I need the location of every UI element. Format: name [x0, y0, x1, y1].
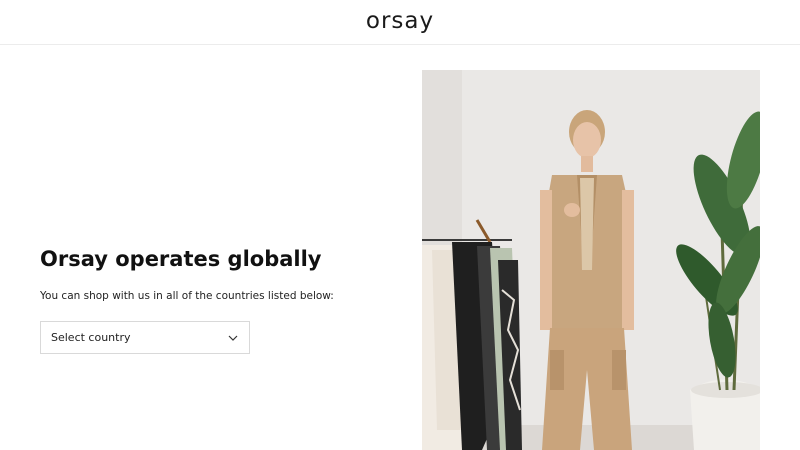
orsay-logo[interactable]: orsay: [0, 8, 800, 34]
hero-image: [422, 70, 760, 450]
page-title: Orsay operates globally: [40, 247, 322, 271]
site-header: orsay: [0, 0, 800, 45]
country-select-label: Select country: [51, 331, 131, 344]
page-subtitle: You can shop with us in all of the count…: [40, 290, 334, 302]
country-select[interactable]: Select country: [40, 321, 250, 354]
hero-photo: [422, 70, 760, 450]
chevron-down-icon: [228, 335, 238, 341]
